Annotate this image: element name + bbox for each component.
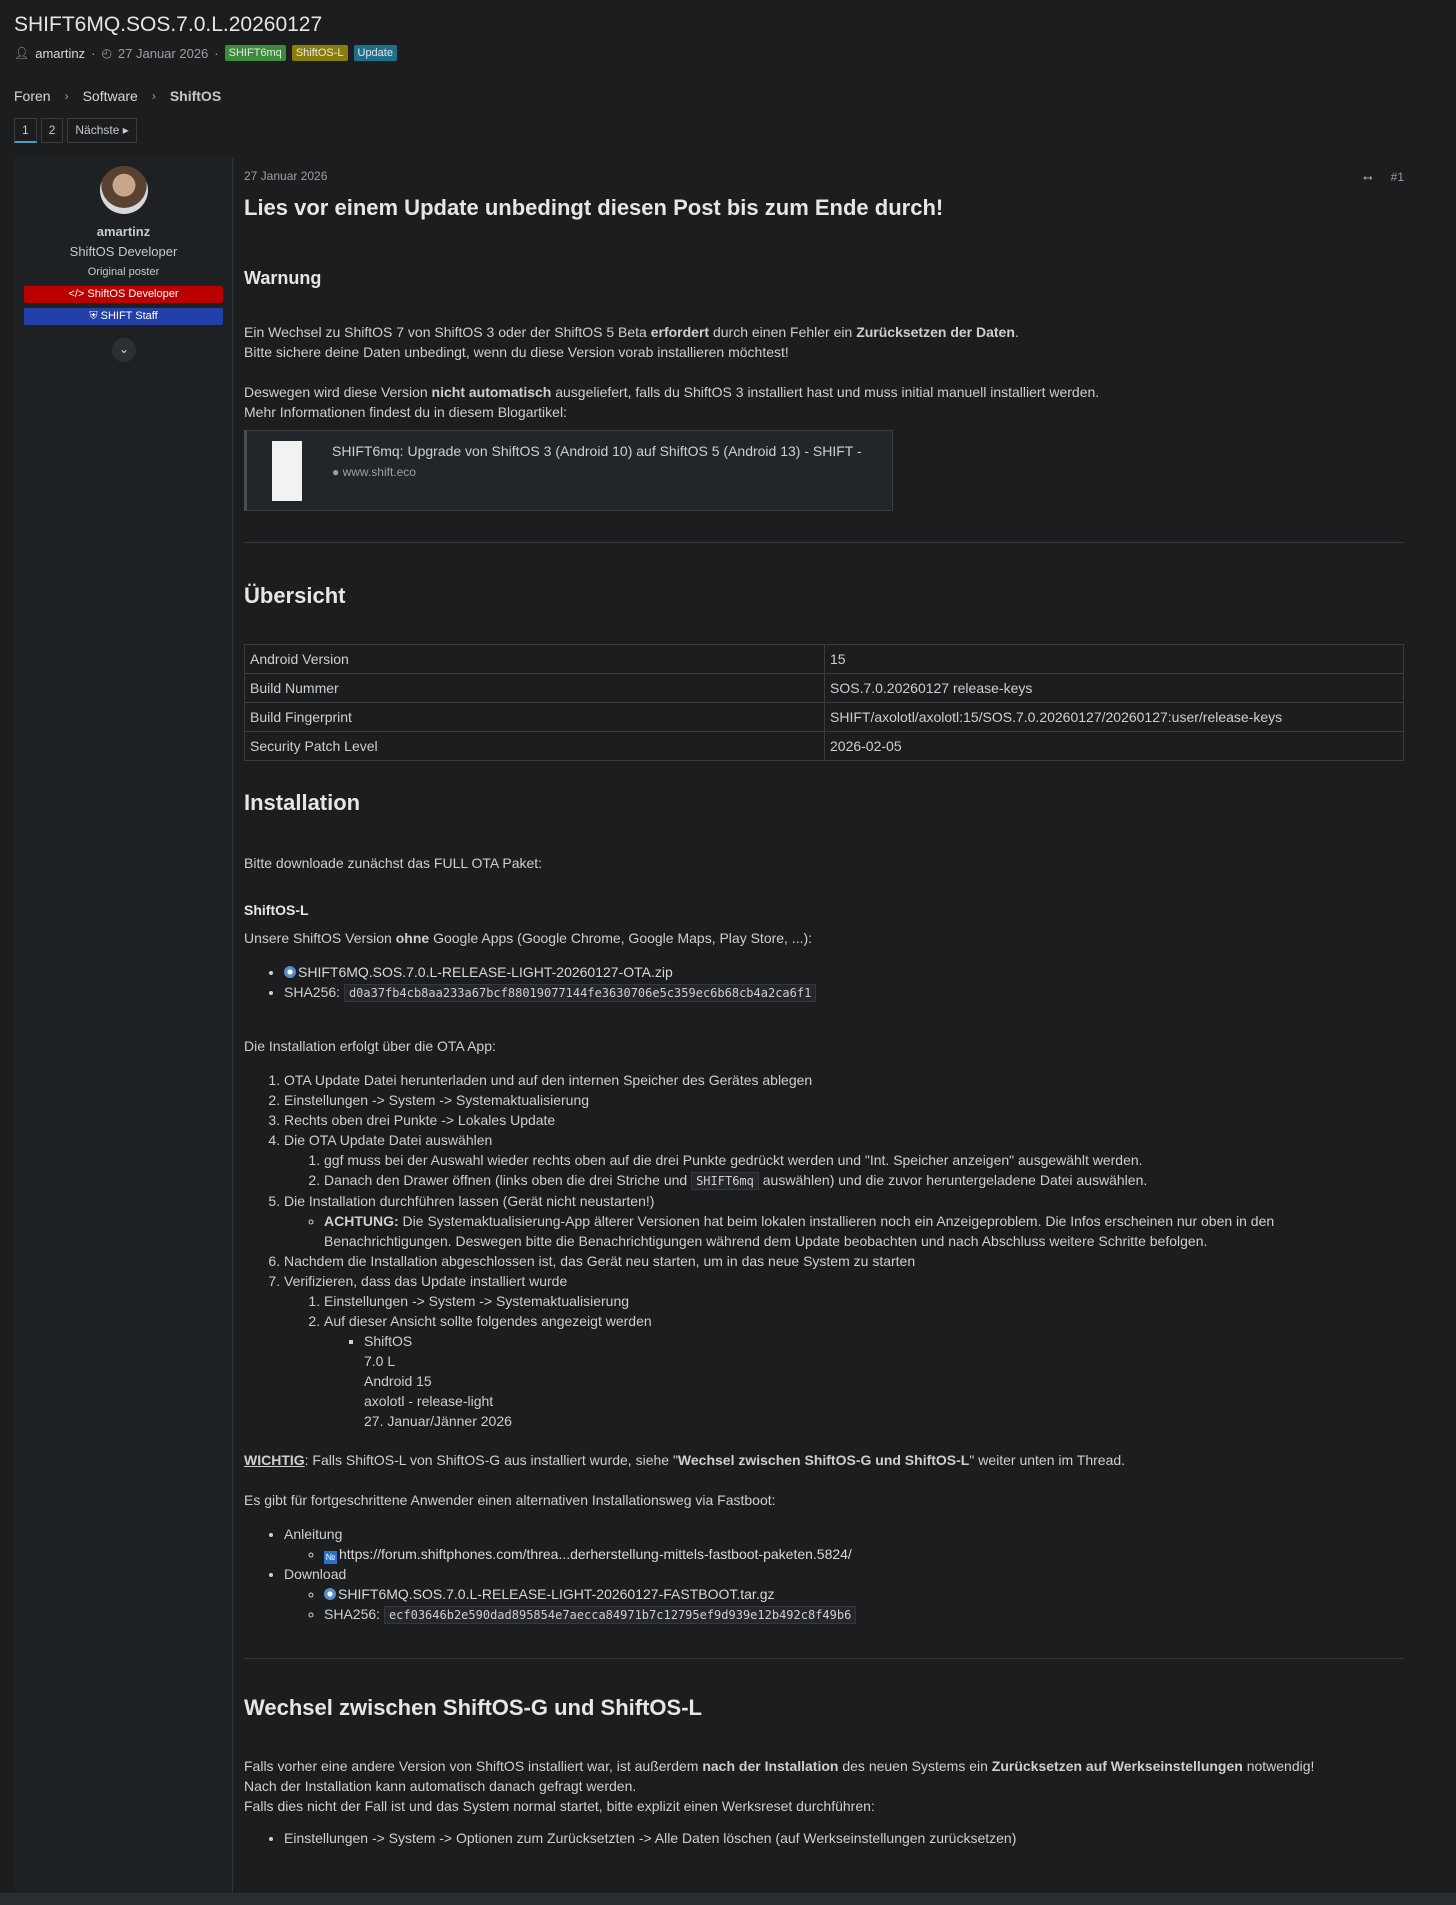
list-item: OTA Update Datei herunterladen und auf d… xyxy=(284,1070,1364,1090)
important-note: WICHTIG: Falls ShiftOS-L von ShiftOS-G a… xyxy=(244,1452,1126,1468)
bottom-scroll-edge xyxy=(0,1893,1456,1905)
list-item: Download SHIFT6MQ.SOS.7.0.L-RELEASE-LIGH… xyxy=(284,1564,857,1625)
chevron-right-icon: › xyxy=(151,89,156,103)
list-item: Nachdem die Installation abgeschlossen i… xyxy=(284,1251,1364,1271)
fastboot-guide-link[interactable]: https://forum.shiftphones.com/threa...de… xyxy=(339,1546,852,1562)
breadcrumb-software[interactable]: Software xyxy=(83,88,138,104)
share-icon[interactable]: ⭤ xyxy=(1363,170,1373,185)
chevron-right-icon: › xyxy=(64,89,69,103)
warning-paragraph-3: Deswegen wird diese Version nicht automa… xyxy=(244,384,1100,400)
shiftos-l-heading: ShiftOS-L xyxy=(244,902,309,918)
avatar[interactable] xyxy=(100,166,148,214)
post-actions: ⭤ #1 xyxy=(1363,170,1404,185)
list-item: SHA256: ecf03646b2e590dad895854e7aecca84… xyxy=(324,1604,857,1625)
ota-download-link[interactable]: SHIFT6MQ.SOS.7.0.L-RELEASE-LIGHT-2026012… xyxy=(298,964,673,980)
ota-download-list: SHIFT6MQ.SOS.7.0.L-RELEASE-LIGHT-2026012… xyxy=(244,962,817,1003)
list-item: SHIFT6MQ.SOS.7.0.L-RELEASE-LIGHT-2026012… xyxy=(284,962,816,982)
post-number-link[interactable]: #1 xyxy=(1391,170,1404,185)
overview-table: Android Version 15 Build Nummer SOS.7.0.20… xyxy=(244,644,1404,761)
list-item: ggf muss bei der Auswahl wieder rechts o… xyxy=(324,1150,1364,1170)
warning-heading: Warnung xyxy=(244,268,322,288)
fastboot-sha256: ecf03646b2e590dad895854e7aecca84971b7c12… xyxy=(383,1606,857,1624)
shield-icon: ⛨ xyxy=(89,310,98,322)
original-poster-label: Original poster xyxy=(87,266,160,278)
author-card: amartinz ShiftOS Developer Original post… xyxy=(14,158,233,1905)
tag-shiftos-l[interactable]: ShiftOS-L xyxy=(291,45,348,61)
switch-paragraph-1: Falls vorher eine andere Version von Shi… xyxy=(244,1758,1315,1774)
install-intro: Bitte downloade zunächst das FULL OTA Pa… xyxy=(244,855,543,871)
page-2-button[interactable]: 2 xyxy=(40,118,64,143)
list-item: ShiftOS 7.0 L Android 15 axolotl - relea… xyxy=(364,1331,1364,1431)
staff-banner: ⛨ SHIFT Staff xyxy=(24,308,223,325)
download-icon xyxy=(324,1588,336,1600)
list-item: Auf dieser Ansicht sollte folgendes ange… xyxy=(324,1311,1364,1431)
switch-paragraph-2: Nach der Installation kann automatisch d… xyxy=(244,1778,637,1794)
post-heading: Lies vor einem Update unbedingt diesen P… xyxy=(244,195,944,220)
table-row: Build Fingerprint SHIFT/axolotl/axolotl:1… xyxy=(244,702,1404,732)
list-item: Einstellungen -> System -> Systemaktuali… xyxy=(324,1291,1364,1311)
list-item: ACHTUNG: Die Systemaktualisierung-App äl… xyxy=(324,1211,1364,1251)
caret-right-icon: ▸ xyxy=(122,123,129,137)
breadcrumb-foren[interactable]: Foren xyxy=(14,88,51,104)
thread-meta: 👤︎ amartinz · ◴ 27 Januar 2026 · SHIFT6m… xyxy=(14,45,397,61)
clock-icon: ◴ xyxy=(101,46,112,60)
list-item: №https://forum.shiftphones.com/threa...d… xyxy=(324,1544,856,1564)
download-icon xyxy=(284,966,296,978)
link-title: SHIFT6mq: Upgrade von ShiftOS 3 (Android… xyxy=(332,443,862,459)
forum-icon: № xyxy=(324,1551,337,1564)
warning-paragraph-2: Bitte sichere deine Daten unbedingt, wen… xyxy=(244,344,789,360)
thread-date: 27 Januar 2026 xyxy=(117,45,209,61)
pagination: 1 2 Nächste ▸ xyxy=(14,118,137,143)
tag-shift6mq[interactable]: SHIFT6mq xyxy=(224,45,286,61)
blog-link-card[interactable]: SHIFT6mq: Upgrade von ShiftOS 3 (Android… xyxy=(244,430,893,511)
warning-paragraph-4: Mehr Informationen findest du in diesem … xyxy=(244,404,567,420)
breadcrumb-shiftos[interactable]: ShiftOS xyxy=(170,88,221,104)
chevron-down-icon: ⌄ xyxy=(118,342,130,356)
fastboot-download-link[interactable]: SHIFT6MQ.SOS.7.0.L-RELEASE-LIGHT-2026012… xyxy=(338,1586,775,1602)
installation-heading: Installation xyxy=(244,790,361,815)
table-row: Android Version 15 xyxy=(244,644,1404,674)
warning-paragraph-1: Ein Wechsel zu ShiftOS 7 von ShiftOS 3 o… xyxy=(244,324,1019,340)
divider xyxy=(244,1658,1404,1659)
breadcrumb: Foren › Software › ShiftOS xyxy=(14,88,221,104)
code-icon: </> xyxy=(68,288,85,300)
list-item: Verifizieren, dass das Update installier… xyxy=(284,1271,1364,1431)
list-item: SHA256: d0a37fb4cb8aa233a67bcf8801907714… xyxy=(284,982,817,1003)
fastboot-intro: Es gibt für fortgeschrittene Anwender ei… xyxy=(244,1492,776,1508)
next-page-button[interactable]: Nächste ▸ xyxy=(67,118,137,143)
install-steps: OTA Update Datei herunterladen und auf d… xyxy=(244,1070,1364,1431)
thread-author-link[interactable]: amartinz xyxy=(35,46,85,61)
ota-sha256: d0a37fb4cb8aa233a67bcf88019077144fe36307… xyxy=(343,984,817,1002)
author-name[interactable]: amartinz xyxy=(14,224,233,239)
list-item: Einstellungen -> System -> Optionen zum … xyxy=(284,1828,1016,1848)
shiftos-l-description: Unsere ShiftOS Version ohne Google Apps … xyxy=(244,930,813,946)
expand-user-info-button[interactable]: ⌄ xyxy=(112,338,136,362)
user-icon: 👤︎ xyxy=(14,46,30,60)
list-item: SHIFT6MQ.SOS.7.0.L-RELEASE-LIGHT-2026012… xyxy=(324,1584,856,1604)
developer-banner: </> ShiftOS Developer xyxy=(24,286,223,303)
table-row: Security Patch Level 2026-02-05 xyxy=(244,731,1404,761)
divider xyxy=(244,542,1404,543)
reset-list: Einstellungen -> System -> Optionen zum … xyxy=(244,1828,1016,1848)
post-date[interactable]: 27 Januar 2026 xyxy=(244,169,327,183)
overview-heading: Übersicht xyxy=(244,583,346,608)
link-domain: ● www.shift.eco xyxy=(332,465,416,479)
site-favicon-icon: ● xyxy=(332,465,340,479)
list-item: Die Installation durchführen lassen (Ger… xyxy=(284,1191,1364,1251)
fastboot-list: Anleitung №https://forum.shiftphones.com… xyxy=(244,1524,857,1625)
link-thumbnail xyxy=(272,441,302,501)
table-row: Build Nummer SOS.7.0.20260127 release-key… xyxy=(244,673,1404,703)
list-item: Einstellungen -> System -> Systemaktuali… xyxy=(284,1090,1364,1110)
list-item: Anleitung №https://forum.shiftphones.com… xyxy=(284,1524,856,1564)
list-item: Danach den Drawer öffnen (links oben die… xyxy=(324,1170,1364,1191)
switch-paragraph-3: Falls dies nicht der Fall ist und das Sy… xyxy=(244,1798,875,1814)
ota-app-intro: Die Installation erfolgt über die OTA Ap… xyxy=(244,1038,496,1054)
author-title: ShiftOS Developer xyxy=(69,244,178,259)
page-1-button[interactable]: 1 xyxy=(14,118,37,143)
tag-update[interactable]: Update xyxy=(353,45,397,61)
list-item: Rechts oben drei Punkte -> Lokales Updat… xyxy=(284,1110,1364,1130)
page-title: SHIFT6MQ.SOS.7.0.L.20260127 xyxy=(14,13,323,36)
switch-heading: Wechsel zwischen ShiftOS-G und ShiftOS-L xyxy=(244,1695,702,1720)
list-item: Die OTA Update Datei auswählen ggf muss … xyxy=(284,1130,1364,1191)
